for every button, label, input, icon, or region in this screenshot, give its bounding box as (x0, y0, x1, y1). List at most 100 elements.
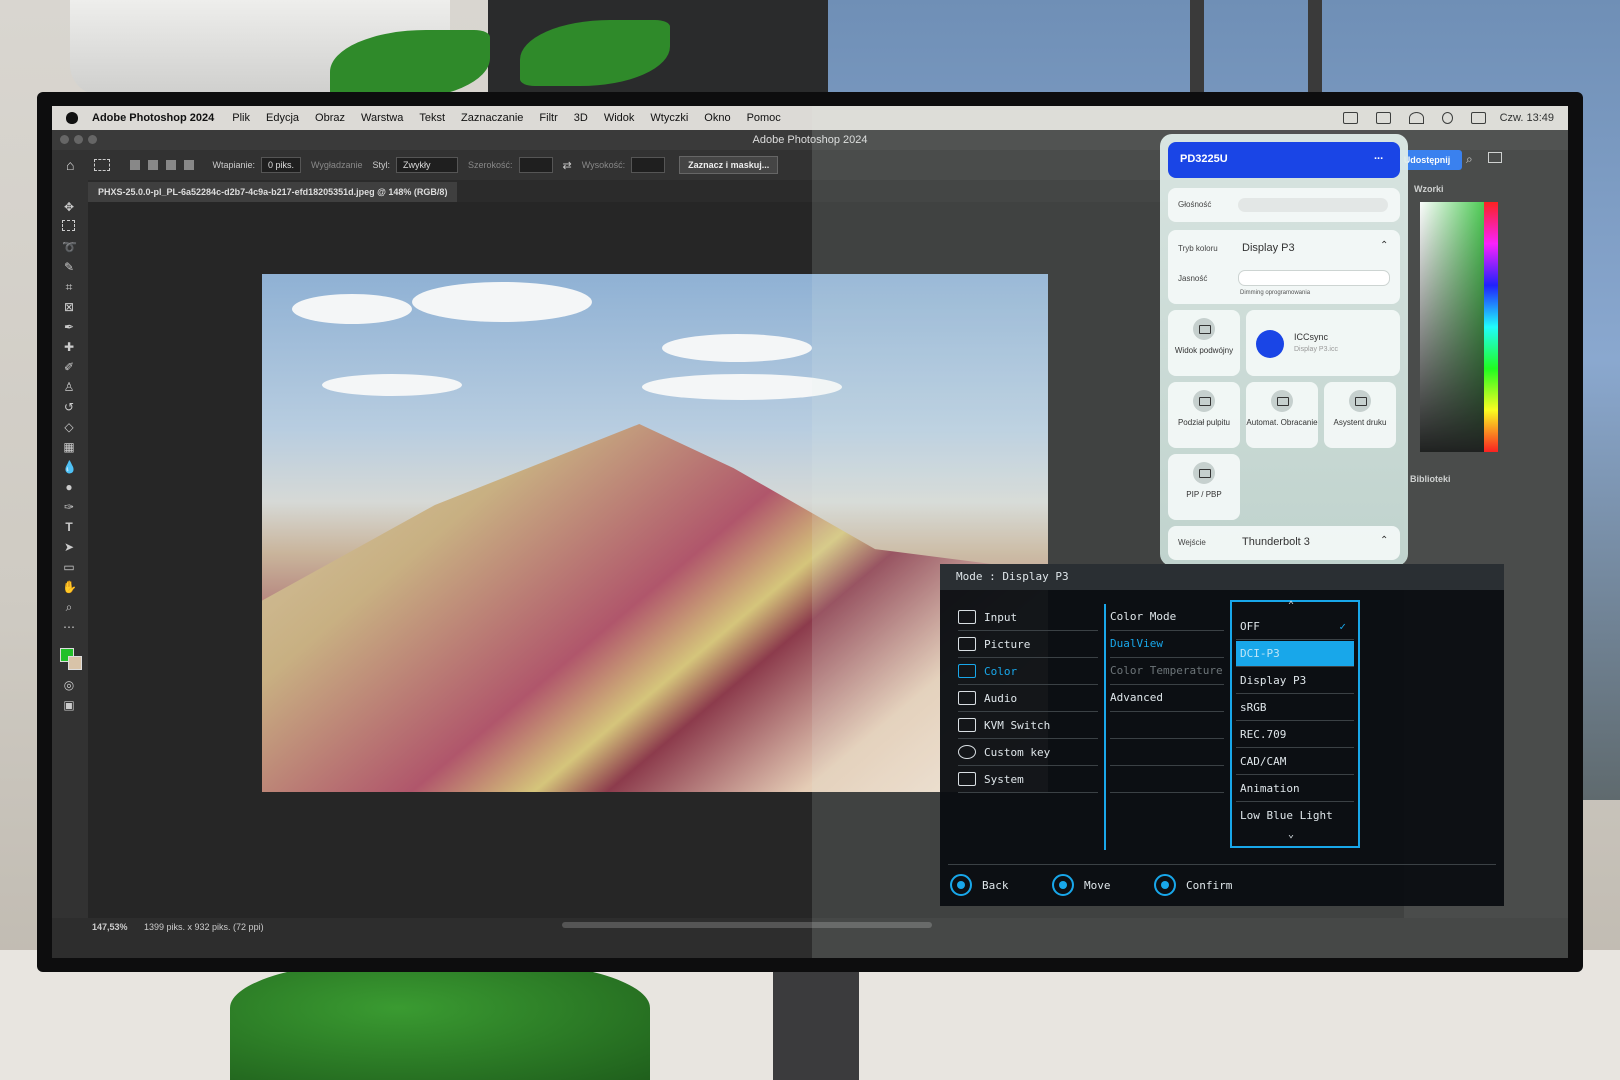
marquee-tool-icon[interactable] (94, 159, 111, 171)
hue-slider[interactable] (1484, 202, 1498, 452)
volume-slider[interactable] (1238, 198, 1388, 212)
menu-plik[interactable]: Plik (232, 112, 250, 124)
type-tool-icon[interactable]: T (62, 520, 76, 534)
screen-mode-icon[interactable]: ▣ (62, 698, 76, 712)
brightness-slider[interactable] (1238, 270, 1390, 286)
menu-3d[interactable]: 3D (574, 112, 588, 124)
minimize-window-icon[interactable] (74, 135, 83, 144)
menu-tekst[interactable]: Tekst (419, 112, 445, 124)
iccsync-tile[interactable]: ICCsync Display P3.icc (1246, 310, 1400, 376)
menu-wtyczki[interactable]: Wtyczki (650, 112, 688, 124)
wifi-icon[interactable] (1408, 112, 1424, 124)
width-input[interactable] (518, 157, 553, 173)
close-window-icon[interactable] (60, 135, 69, 144)
search-icon[interactable] (1441, 112, 1453, 124)
eyedropper-icon[interactable]: ✒ (62, 320, 76, 334)
stamp-tool-icon[interactable]: ♙ (62, 380, 76, 394)
color-mode-select[interactable]: Display P3 (1242, 242, 1295, 254)
swap-icon[interactable]: ⇄ (563, 159, 572, 172)
document-tab[interactable]: PHXS-25.0.0-pl_PL-6a52284c-d2b7-4c9a-b21… (88, 182, 458, 202)
feather-input[interactable]: 0 piks. (261, 157, 302, 173)
osd-menu-kvm[interactable]: KVM Switch (958, 712, 1098, 739)
intersect-selection-icon[interactable] (184, 160, 195, 170)
antialias-checkbox[interactable]: Wygładzanie (311, 160, 362, 170)
osd-move[interactable]: Move (1052, 874, 1111, 896)
osd-option-off[interactable]: OFF ✓ (1236, 614, 1354, 640)
osd-option-low-blue-light[interactable]: Low Blue Light (1236, 803, 1354, 829)
zoom-tool-icon[interactable]: ⌕ (62, 600, 76, 614)
color-picker-field[interactable] (1420, 202, 1490, 452)
frame-tool-icon[interactable]: ⊠ (62, 300, 76, 314)
menubar-clock[interactable]: Czw. 13:49 (1500, 112, 1554, 124)
path-select-icon[interactable]: ➤ (62, 540, 76, 554)
gradient-tool-icon[interactable]: ▦ (62, 440, 76, 454)
split-desktop-tile[interactable]: Podział pulpitu (1168, 382, 1240, 448)
osd-submenu-dualview[interactable]: DualView (1110, 631, 1224, 658)
style-select[interactable]: Zwykły (395, 157, 458, 173)
add-selection-icon[interactable] (148, 160, 159, 170)
chevron-down-icon[interactable]: ⌃ (1288, 828, 1294, 839)
osd-menu-input[interactable]: Input (958, 604, 1098, 631)
menu-edycja[interactable]: Edycja (266, 112, 299, 124)
select-and-mask-button[interactable]: Zaznacz i maskuj... (679, 156, 779, 174)
search-icon[interactable]: ⌕ (1466, 152, 1473, 167)
osd-submenu-color-mode[interactable]: Color Mode (1110, 604, 1224, 631)
display-pilot-icon[interactable] (1342, 112, 1358, 124)
osd-option-rec709[interactable]: REC.709 (1236, 722, 1354, 748)
battery-icon[interactable] (1375, 112, 1391, 124)
osd-submenu-color-temperature[interactable]: Color Temperature (1110, 658, 1224, 685)
print-assist-tile[interactable]: Asystent druku (1324, 382, 1396, 448)
menu-warstwa[interactable]: Warstwa (361, 112, 403, 124)
background-color-swatch[interactable] (68, 656, 82, 670)
chevron-updown-icon[interactable]: ⌃ (1380, 240, 1388, 251)
crop-tool-icon[interactable]: ⌗ (62, 280, 76, 294)
move-tool-icon[interactable]: ✥ (62, 200, 76, 214)
osd-confirm[interactable]: Confirm (1154, 874, 1232, 896)
subtract-selection-icon[interactable] (166, 160, 177, 170)
osd-option-srgb[interactable]: sRGB (1236, 695, 1354, 721)
zoom-level[interactable]: 147,53% (92, 922, 128, 932)
control-center-icon[interactable] (1470, 112, 1486, 124)
osd-menu-picture[interactable]: Picture (958, 631, 1098, 658)
dual-view-tile[interactable]: Widok podwójny (1168, 310, 1240, 376)
more-tools-icon[interactable]: ⋯ (62, 620, 76, 634)
osd-option-cad-cam[interactable]: CAD/CAM (1236, 749, 1354, 775)
quick-select-icon[interactable]: ✎ (62, 260, 76, 274)
chevron-updown-icon[interactable]: ⌃ (1380, 535, 1388, 546)
menu-obraz[interactable]: Obraz (315, 112, 345, 124)
quick-mask-icon[interactable]: ◎ (62, 678, 76, 692)
workspace-icon[interactable] (1488, 152, 1502, 163)
auto-rotate-tile[interactable]: Automat. Obracanie (1246, 382, 1318, 448)
pip-pbp-tile[interactable]: PIP / PBP (1168, 454, 1240, 520)
menu-widok[interactable]: Widok (604, 112, 635, 124)
osd-menu-system[interactable]: System (958, 766, 1098, 793)
rectangle-tool-icon[interactable]: ▭ (62, 560, 76, 574)
osd-option-display-p3[interactable]: Display P3 (1236, 668, 1354, 694)
hand-tool-icon[interactable]: ✋ (62, 580, 77, 594)
chevron-up-icon[interactable]: ⌃ (1288, 600, 1294, 611)
menu-okno[interactable]: Okno (704, 112, 730, 124)
height-input[interactable] (631, 157, 666, 173)
menu-pomoc[interactable]: Pomoc (747, 112, 781, 124)
menu-zaznaczanie[interactable]: Zaznaczanie (461, 112, 523, 124)
input-select[interactable]: Thunderbolt 3 (1242, 536, 1310, 548)
zoom-window-icon[interactable] (88, 135, 97, 144)
brush-tool-icon[interactable]: ✐ (62, 360, 76, 374)
libraries-tab[interactable]: Biblioteki (1410, 474, 1451, 484)
horizontal-scrollbar[interactable] (562, 922, 932, 928)
more-options-icon[interactable]: ... (1374, 150, 1383, 162)
pen-tool-icon[interactable]: ✑ (62, 500, 76, 514)
menubar-app-name[interactable]: Adobe Photoshop 2024 (92, 112, 214, 124)
menu-filtr[interactable]: Filtr (539, 112, 557, 124)
eraser-icon[interactable]: ◇ (62, 420, 76, 434)
dodge-tool-icon[interactable]: ● (62, 480, 76, 494)
osd-option-dci-p3[interactable]: DCI-P3 (1236, 641, 1354, 667)
osd-submenu-advanced[interactable]: Advanced (1110, 685, 1224, 712)
osd-option-animation[interactable]: Animation (1236, 776, 1354, 802)
marquee-tool-icon[interactable] (62, 220, 75, 231)
osd-menu-audio[interactable]: Audio (958, 685, 1098, 712)
osd-menu-color[interactable]: Color (958, 658, 1098, 685)
lasso-tool-icon[interactable]: ➰ (62, 240, 77, 254)
patterns-tab[interactable]: Wzorki (1414, 184, 1444, 194)
apple-icon[interactable] (66, 112, 78, 124)
